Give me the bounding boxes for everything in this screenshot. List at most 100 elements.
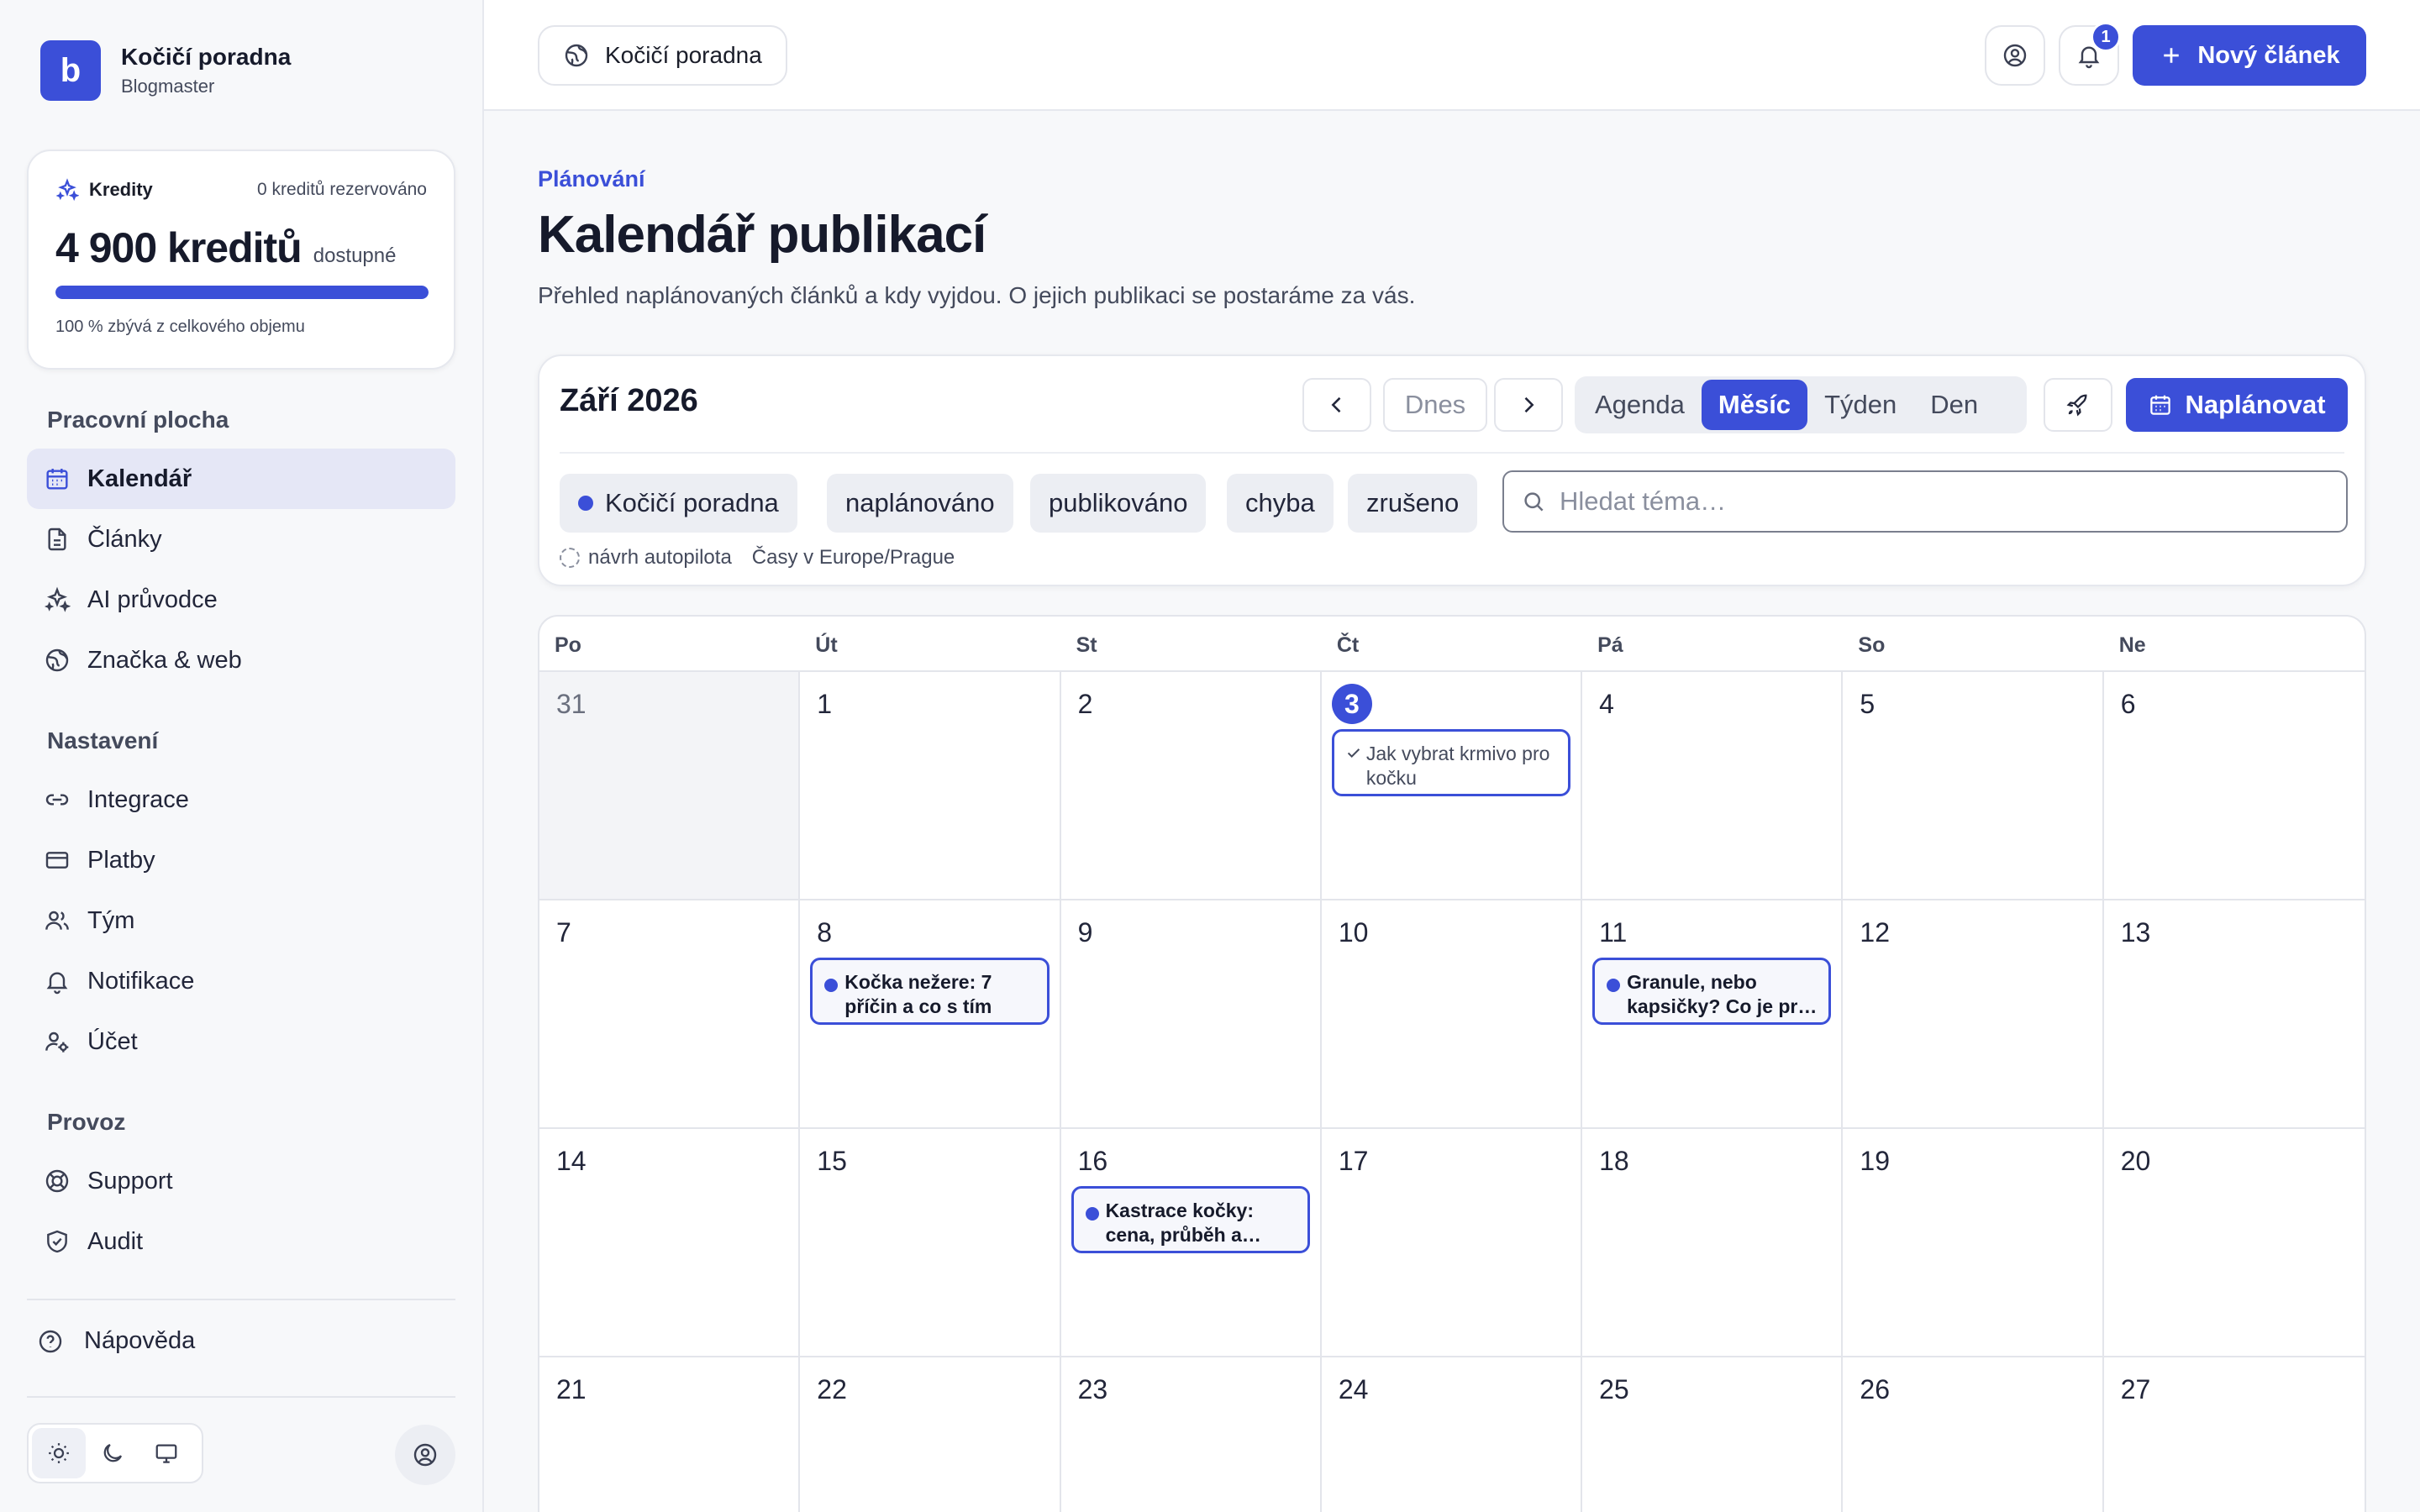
calendar-day-cell[interactable]: 17	[1322, 1129, 1583, 1356]
calendar-day-cell[interactable]: 20	[2104, 1129, 2365, 1356]
prev-month-button[interactable]	[1302, 378, 1371, 432]
event-title: Jak vybrat krmivo pro kočku	[1365, 743, 1550, 789]
check-icon	[1344, 743, 1363, 762]
calendar-day-cell[interactable]: 1	[800, 672, 1061, 899]
sidebar-divider	[27, 1396, 455, 1398]
theme-dark-button[interactable]	[86, 1428, 139, 1478]
sidebar-item-label: Kalendář	[87, 465, 192, 492]
calendar-event[interactable]: Kočka nežere: 7 příčin a co s tím	[810, 958, 1050, 1025]
credits-amount: 4 900 kreditů	[55, 224, 302, 271]
calendar-day-cell[interactable]: 19	[1843, 1129, 2104, 1356]
autopilot-draft-marker-icon	[560, 548, 580, 568]
calendar-day-cell[interactable]: 21	[539, 1357, 801, 1512]
calendar-toolbar: Září 2026 Dnes Agenda Měsíc Týden Den Na…	[538, 354, 2366, 586]
autopilot-button[interactable]	[2044, 378, 2112, 432]
calendar-day-cell[interactable]: 12	[1843, 900, 2104, 1127]
credits-progress-bar	[55, 286, 429, 299]
sidebar-item-ai-guide[interactable]: AI průvodce	[27, 570, 455, 630]
day-number: 15	[817, 1146, 847, 1176]
filter-chip-scheduled[interactable]: naplánováno	[827, 474, 1013, 533]
filter-chip-published[interactable]: publikováno	[1030, 474, 1207, 533]
calendar-day-cell[interactable]: 3 Jak vybrat krmivo pro kočku	[1322, 672, 1583, 899]
brand[interactable]: b Kočičí poradna Blogmaster	[40, 40, 291, 101]
sidebar-item-audit[interactable]: Audit	[27, 1211, 455, 1272]
calendar-day-cell[interactable]: 11 Granule, nebo kapsičky? Co je pr…	[1582, 900, 1844, 1127]
brand-logo: b	[40, 40, 101, 101]
sidebar-item-label: Notifikace	[87, 967, 195, 995]
filter-chip-blog[interactable]: Kočičí poradna	[560, 474, 797, 533]
sidebar-item-brand-web[interactable]: Značka & web	[27, 630, 455, 690]
sparkles-icon	[44, 586, 71, 613]
sidebar-item-calendar[interactable]: Kalendář	[27, 449, 455, 509]
sidebar-item-account[interactable]: Účet	[27, 1011, 455, 1072]
calendar-event[interactable]: Granule, nebo kapsičky? Co je pr…	[1592, 958, 1832, 1025]
calendar-day-cell[interactable]: 8 Kočka nežere: 7 příčin a co s tím	[800, 900, 1061, 1127]
scheduled-dot	[1607, 979, 1621, 992]
view-week-button[interactable]: Týden	[1807, 380, 1913, 430]
calendar-day-cell[interactable]: 31	[539, 672, 801, 899]
blog-color-dot	[578, 496, 593, 511]
timezone-label: Časy v Europe/Prague	[751, 546, 955, 569]
blog-selector[interactable]: Kočičí poradna	[538, 25, 787, 86]
user-menu-button[interactable]	[395, 1425, 455, 1485]
view-month-button[interactable]: Měsíc	[1701, 380, 1808, 430]
notifications-button[interactable]: 1	[2059, 22, 2121, 86]
topbar: Kočičí poradna 1 Nový článek	[484, 0, 2420, 111]
day-number: 27	[2120, 1374, 2151, 1404]
theme-system-button[interactable]	[139, 1428, 193, 1478]
day-number: 21	[556, 1374, 587, 1404]
sidebar-item-integrations[interactable]: Integrace	[27, 769, 455, 830]
search-input[interactable]	[1560, 486, 2316, 517]
calendar-day-cell[interactable]: 2	[1061, 672, 1322, 899]
next-month-button[interactable]	[1494, 378, 1563, 432]
view-day-button[interactable]: Den	[1913, 380, 1995, 430]
calendar-event[interactable]: Kastrace kočky: cena, průběh a…	[1071, 1186, 1310, 1253]
filter-chip-cancelled[interactable]: zrušeno	[1348, 474, 1478, 533]
calendar-day-cell[interactable]: 4	[1582, 672, 1844, 899]
sidebar-item-team[interactable]: Tým	[27, 890, 455, 951]
schedule-button[interactable]: Naplánovat	[2126, 378, 2348, 432]
view-agenda-button[interactable]: Agenda	[1578, 380, 1702, 430]
today-button[interactable]: Dnes	[1383, 378, 1487, 432]
sidebar-item-payments[interactable]: Platby	[27, 830, 455, 890]
calendar-day-cell[interactable]: 9	[1061, 900, 1322, 1127]
day-number: 25	[1599, 1374, 1629, 1404]
theme-light-button[interactable]	[32, 1428, 86, 1478]
sidebar-item-support[interactable]: Support	[27, 1151, 455, 1211]
rocket-icon	[2065, 392, 2091, 417]
calendar-day-cell[interactable]: 22	[800, 1357, 1061, 1512]
topic-search[interactable]	[1502, 470, 2348, 533]
calendar-day-cell[interactable]: 14	[539, 1129, 801, 1356]
day-number: 26	[1860, 1374, 1890, 1404]
day-number: 19	[1860, 1146, 1890, 1176]
day-number: 8	[817, 917, 833, 948]
calendar-day-cell[interactable]: 25	[1582, 1357, 1844, 1512]
sidebar-item-help[interactable]: Nápověda	[37, 1327, 195, 1355]
day-number: 14	[556, 1146, 587, 1176]
sidebar-item-notifications[interactable]: Notifikace	[27, 951, 455, 1011]
sun-icon	[46, 1441, 71, 1466]
calendar-day-cell[interactable]: 10	[1322, 900, 1583, 1127]
sidebar-item-articles[interactable]: Články	[27, 509, 455, 570]
profile-button[interactable]	[1985, 25, 2045, 86]
calendar-day-cell[interactable]: 18	[1582, 1129, 1844, 1356]
today-day-number: 3	[1331, 684, 1372, 724]
calendar-day-cell[interactable]: 24	[1322, 1357, 1583, 1512]
day-number: 5	[1860, 689, 1876, 719]
day-number: 13	[2120, 917, 2151, 948]
calendar-day-cell[interactable]: 7	[539, 900, 801, 1127]
weekday-label: Ne	[2118, 633, 2146, 657]
calendar-day-cell[interactable]: 13	[2104, 900, 2365, 1127]
calendar-day-cell[interactable]: 23	[1061, 1357, 1322, 1512]
calendar-day-cell[interactable]: 16 Kastrace kočky: cena, průběh a…	[1061, 1129, 1322, 1356]
calendar-day-cell[interactable]: 27	[2104, 1357, 2365, 1512]
credits-available-label: dostupné	[313, 244, 397, 267]
filter-chip-error[interactable]: chyba	[1227, 474, 1334, 533]
calendar-day-cell[interactable]: 6	[2104, 672, 2365, 899]
calendar-day-cell[interactable]: 5	[1843, 672, 2104, 899]
calendar-day-cell[interactable]: 15	[800, 1129, 1061, 1356]
sidebar-item-label: AI průvodce	[87, 585, 218, 613]
new-article-button[interactable]: Nový článek	[2133, 25, 2366, 86]
calendar-event[interactable]: Jak vybrat krmivo pro kočku	[1331, 729, 1571, 796]
calendar-day-cell[interactable]: 26	[1843, 1357, 2104, 1512]
